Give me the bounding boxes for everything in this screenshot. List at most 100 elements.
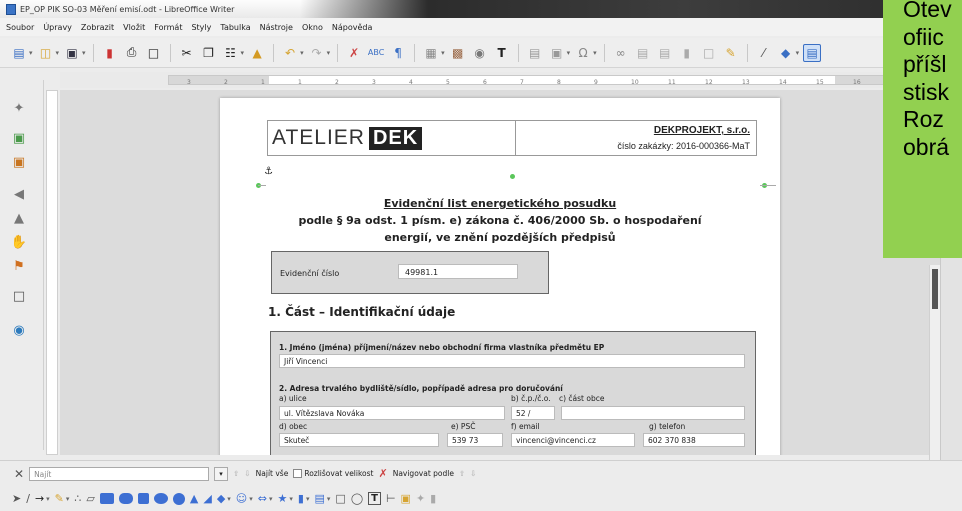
dropdown-icon[interactable]: ▾ <box>66 495 70 503</box>
green-panel-icon[interactable]: ▣ <box>8 128 30 148</box>
bookmark-icon[interactable]: ▮ <box>678 44 696 62</box>
house-number-field[interactable]: 52 / <box>511 406 555 420</box>
flowchart-icon[interactable]: ▤ <box>314 492 324 505</box>
phone-field[interactable]: 602 370 838 <box>643 433 745 447</box>
find-replace-icon[interactable]: ✗ <box>345 44 363 62</box>
shapes-icon[interactable]: ◆ <box>777 44 795 62</box>
right-triangle-icon[interactable]: ◢ <box>203 492 211 505</box>
copy-icon[interactable]: ❐ <box>200 44 218 62</box>
gallery-icon[interactable]: ▲ <box>8 208 30 228</box>
dropdown-icon[interactable]: ▾ <box>227 495 231 503</box>
dropdown-icon[interactable]: ▾ <box>327 495 331 503</box>
crop-icon[interactable]: ▣ <box>8 152 30 172</box>
frame-icon[interactable]: □ <box>8 286 30 306</box>
square-icon[interactable] <box>137 493 149 504</box>
comment-icon[interactable]: ✎ <box>722 44 740 62</box>
dropdown-icon[interactable]: ▾ <box>306 495 310 503</box>
menu-zobrazit[interactable]: Zobrazit <box>81 23 114 32</box>
rounded-rectangle-icon[interactable] <box>118 493 133 504</box>
text-box-icon[interactable]: T <box>493 44 511 62</box>
hand-icon[interactable]: ✋ <box>8 232 30 252</box>
draw-functions-icon[interactable]: ▤ <box>803 43 822 62</box>
zip-field[interactable]: 539 73 <box>447 433 503 447</box>
line-icon[interactable]: ⁄ <box>755 44 773 62</box>
print-preview-icon[interactable]: □ <box>145 44 163 62</box>
city-field[interactable]: Skuteč <box>279 433 439 447</box>
special-character-icon[interactable]: Ω <box>574 44 592 62</box>
scrollbar-thumb[interactable] <box>932 269 938 309</box>
select-icon[interactable]: ➤ <box>12 492 21 505</box>
paste-icon[interactable]: ☷ <box>222 44 240 62</box>
wrap-icon[interactable]: ▣ <box>401 492 411 505</box>
polygon-icon[interactable]: ▱ <box>86 492 94 505</box>
menu-nastroje[interactable]: Nástroje <box>260 23 293 32</box>
globe-icon[interactable]: ◉ <box>8 320 30 340</box>
menu-upravy[interactable]: Úpravy <box>43 23 72 32</box>
vertical-ruler[interactable] <box>46 90 58 455</box>
arrow-icon[interactable]: → <box>35 492 44 505</box>
navigator-icon[interactable]: ◀ <box>8 184 30 204</box>
formatting-marks-icon[interactable]: ¶ <box>389 44 407 62</box>
clone-formatting-icon[interactable]: ▲ <box>248 44 266 62</box>
cross-reference-icon[interactable]: □ <box>700 44 718 62</box>
fontwork-icon[interactable]: ▮ <box>430 492 436 505</box>
image-icon[interactable]: ▩ <box>449 44 467 62</box>
stars-icon[interactable]: ★ <box>278 492 288 505</box>
redo-icon[interactable]: ↷ <box>308 44 326 62</box>
comment-shape-icon[interactable]: □ <box>335 492 345 505</box>
anchor-icon[interactable]: ⚓ <box>264 166 273 177</box>
find-input[interactable]: Najít <box>29 466 210 481</box>
district-field[interactable] <box>561 406 745 420</box>
checkbox-icon[interactable] <box>293 469 303 479</box>
match-case-checkbox[interactable]: Rozlišovat velikost <box>293 469 373 479</box>
menu-tabulka[interactable]: Tabulka <box>220 23 250 32</box>
find-all-button[interactable]: Najít vše <box>256 469 289 478</box>
owner-name-field[interactable]: Jiří Vincenci <box>279 354 745 368</box>
block-arrows-icon[interactable]: ⇔ <box>258 492 267 505</box>
dropdown-icon[interactable]: ▾ <box>269 495 273 503</box>
document-page[interactable]: ATELIER DEK DEKPROJEKT, s.r.o. číslo zak… <box>220 98 780 455</box>
cut-icon[interactable]: ✂ <box>178 44 196 62</box>
footnote-icon[interactable]: ▤ <box>634 44 652 62</box>
field-icon[interactable]: ▣ <box>548 44 566 62</box>
menu-format[interactable]: Formát <box>154 23 182 32</box>
rectangle-icon[interactable] <box>99 493 114 504</box>
triangle-icon[interactable]: ▲ <box>190 492 198 505</box>
wand-tool-icon[interactable]: ✦ <box>8 98 30 118</box>
page-break-icon[interactable]: ▤ <box>526 44 544 62</box>
new-icon[interactable]: ▤ <box>10 44 28 62</box>
freeform-icon[interactable]: ✎ <box>55 492 64 505</box>
callouts-icon[interactable]: ▮ <box>298 492 304 505</box>
chart-icon[interactable]: ◉ <box>471 44 489 62</box>
bucket-icon[interactable]: ⚑ <box>8 256 30 276</box>
selection-handle-mid[interactable] <box>510 174 515 179</box>
close-icon[interactable]: ✕ <box>14 467 24 481</box>
circle-icon[interactable] <box>172 492 185 505</box>
find-previous-icon[interactable]: ⇧ <box>233 469 239 478</box>
save-icon[interactable]: ▣ <box>63 44 81 62</box>
hyperlink-icon[interactable]: ∞ <box>612 44 630 62</box>
email-field[interactable]: vincenci@vincenci.cz <box>511 433 635 447</box>
ellipse-icon[interactable] <box>153 493 168 504</box>
image-frame-icon[interactable]: ◯ <box>351 492 363 505</box>
menu-soubor[interactable]: Soubor <box>6 23 34 32</box>
print-icon[interactable]: ⎙ <box>123 44 141 62</box>
find-history-dropdown[interactable]: ▾ <box>214 466 229 481</box>
find-replace-icon[interactable]: ✗ <box>378 467 387 480</box>
open-icon[interactable]: ◫ <box>37 44 55 62</box>
curve-icon[interactable]: ∴ <box>74 492 81 505</box>
basic-shapes-icon[interactable]: ◆ <box>217 492 225 505</box>
align-icon[interactable]: ⊢ <box>386 492 396 505</box>
points-icon[interactable]: ✦ <box>416 492 425 505</box>
street-field[interactable]: ul. Vítězslava Nováka <box>279 406 505 420</box>
spelling-icon[interactable]: ABC <box>367 44 385 62</box>
endnote-icon[interactable]: ▤ <box>656 44 674 62</box>
table-icon[interactable]: ▦ <box>422 44 440 62</box>
line-icon[interactable]: ∕ <box>26 492 30 505</box>
menu-okno[interactable]: Okno <box>302 23 323 32</box>
navigate-down-icon[interactable]: ⇩ <box>470 469 476 478</box>
menu-vlozit[interactable]: Vložit <box>123 23 145 32</box>
dropdown-icon[interactable]: ▾ <box>249 495 253 503</box>
dropdown-icon[interactable]: ▾ <box>46 495 50 503</box>
navigate-up-icon[interactable]: ⇧ <box>459 469 465 478</box>
